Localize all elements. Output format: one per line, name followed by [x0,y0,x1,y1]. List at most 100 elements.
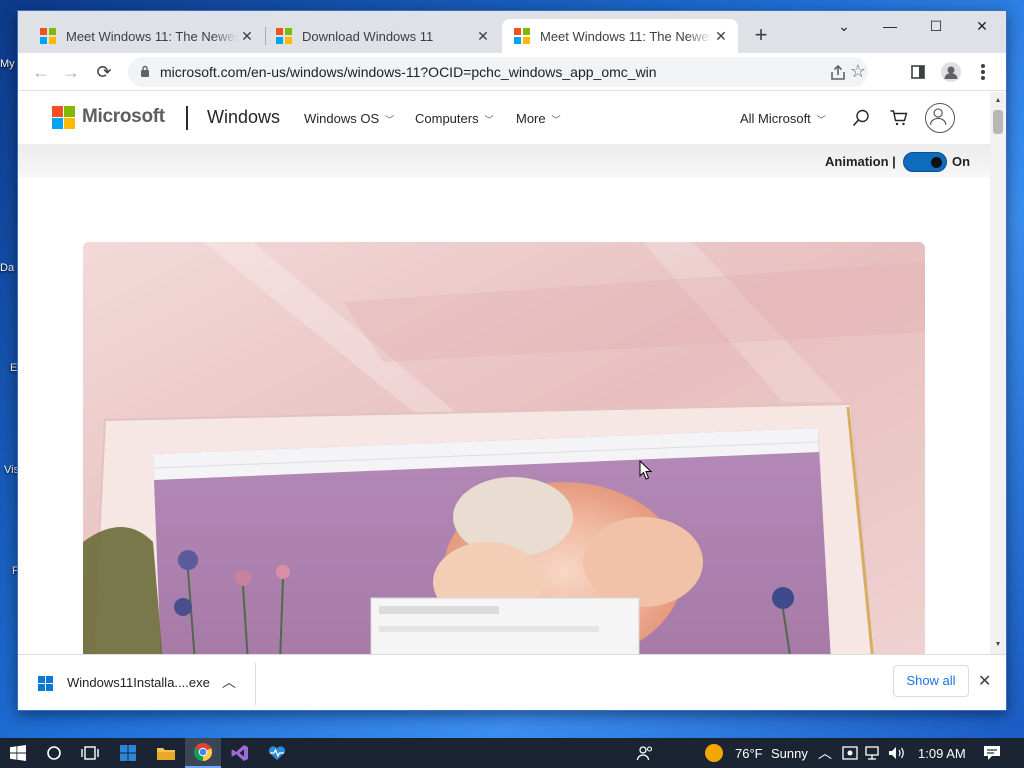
side-panel-icon[interactable] [911,65,925,79]
taskbar-search-button[interactable] [38,738,70,768]
windows-store-icon [120,745,136,761]
browser-toolbar: ← → ⟳ microsoft.com/en-us/windows/window… [18,53,1006,91]
nav-more[interactable]: More ﹀ [516,111,561,126]
notification-center-icon[interactable] [983,745,1001,761]
web-page: Microsoft Windows Windows OS ﹀ Computers ﹀… [18,92,990,654]
start-button[interactable] [0,738,36,768]
cortana-circle-icon [47,746,61,760]
visual-studio-icon [231,745,248,761]
close-window-button[interactable]: ✕ [959,11,1005,41]
tab-title: Download Windows 11 [302,28,434,44]
tab-title: Meet Windows 11: The Newest Windows [540,28,712,44]
desktop-icon-label[interactable]: My [0,58,15,70]
cart-icon[interactable] [889,108,909,128]
nav-label: More [516,111,546,126]
chrome-window: Meet Windows 11: The Newest Windows ✕ Do… [17,10,1007,711]
tab-meet-windows-11[interactable]: Meet Windows 11: The Newest Windows ✕ [28,19,264,53]
taskbar-chrome[interactable] [185,738,221,768]
chrome-menu-icon[interactable] [980,63,986,81]
weather-temp[interactable]: 76°F [735,746,763,761]
microsoft-favicon-icon [40,28,56,44]
profile-avatar-icon[interactable] [941,62,961,82]
security-center-icon[interactable] [842,746,858,760]
all-microsoft-menu[interactable]: All Microsoft ﹀ [740,111,826,126]
clock[interactable]: 1:09 AM [918,746,966,761]
animation-bar: Animation | On [18,144,990,178]
site-header: Microsoft Windows Windows OS ﹀ Computers ﹀… [18,92,990,144]
heart-pulse-icon [268,746,286,760]
animation-label: Animation | [825,154,896,169]
tab-download-windows-11[interactable]: Download Windows 11 ✕ [264,19,500,53]
search-icon[interactable] [851,108,871,128]
task-view-icon [81,746,99,760]
account-avatar-icon[interactable] [925,103,955,133]
folder-icon [157,748,175,760]
task-view-button[interactable] [72,738,108,768]
minimize-button[interactable]: — [867,11,913,41]
chevron-down-icon: ﹀ [816,115,826,125]
forward-button[interactable]: → [58,59,84,85]
new-tab-button[interactable]: + [748,23,774,49]
chevron-up-tray-icon[interactable]: ︿ [818,743,832,763]
scroll-up-icon[interactable]: ▲ [990,94,1006,108]
show-all-button[interactable]: Show all [893,665,969,697]
chevron-down-icon: ﹀ [484,115,494,125]
nav-label: All Microsoft [740,111,811,126]
sun-weather-icon[interactable] [705,744,723,762]
nav-computers[interactable]: Computers ﹀ [415,111,494,126]
mouse-cursor-icon [639,460,653,480]
share-icon[interactable] [828,63,848,83]
windows-logo-icon [10,745,26,761]
chrome-icon [193,743,213,762]
tab-meet-windows-11-active[interactable]: Meet Windows 11: The Newest Windows ✕ [502,19,738,53]
hero-illustration [83,242,925,654]
taskbar-file-explorer[interactable] [148,738,184,768]
taskbar: 76°F Sunny ︿ 1:09 AM [0,738,1024,768]
address-bar[interactable]: microsoft.com/en-us/windows/windows-11?O… [128,57,868,87]
hero-image [83,242,925,654]
volume-icon[interactable] [888,746,906,760]
lock-icon[interactable] [140,65,150,77]
scroll-down-icon[interactable]: ▼ [990,638,1006,652]
download-filename[interactable]: Windows11Installa....exe [67,675,210,690]
download-shelf: Windows11Installa....exe ︿ Show all ✕ [18,654,1006,710]
close-shelf-icon[interactable]: ✕ [978,671,991,691]
taskbar-health-app[interactable] [259,738,295,768]
page-scrollbar[interactable]: ▲ ▼ [990,92,1006,654]
weather-condition[interactable]: Sunny [771,746,808,761]
header-divider [186,106,188,130]
animation-state: On [952,154,971,169]
chevron-down-icon: ﹀ [551,115,561,125]
shelf-divider [255,663,256,705]
maximize-button[interactable]: ☐ [913,11,959,41]
nav-label: Computers [415,111,479,126]
windows-product-link[interactable]: Windows [207,107,280,128]
url-text: microsoft.com/en-us/windows/windows-11?O… [160,64,657,80]
scroll-thumb[interactable] [993,110,1003,134]
tab-close-icon[interactable]: ✕ [712,28,730,45]
taskbar-visual-studio[interactable] [222,738,258,768]
tab-search-dropdown-icon[interactable]: ⌄ [821,11,867,41]
desktop-icon-label[interactable]: Da [0,262,14,274]
chevron-down-icon: ﹀ [385,115,395,125]
nav-label: Windows OS [304,111,380,126]
bookmark-star-icon[interactable]: ☆ [848,61,868,81]
back-button[interactable]: ← [28,59,54,85]
people-icon[interactable] [636,745,654,761]
network-icon[interactable] [864,746,882,760]
microsoft-brand-link[interactable]: Microsoft [82,106,165,128]
microsoft-favicon-icon [276,28,292,44]
microsoft-favicon-icon [514,28,530,44]
tab-close-icon[interactable]: ✕ [474,28,492,45]
tab-strip: Meet Windows 11: The Newest Windows ✕ Do… [18,11,1006,53]
tab-close-icon[interactable]: ✕ [238,28,256,45]
taskbar-store-app[interactable] [110,738,146,768]
reload-button[interactable]: ⟳ [91,59,117,85]
toggle-knob [931,157,942,168]
nav-windows-os[interactable]: Windows OS ﹀ [304,111,394,126]
windows-installer-icon [38,676,53,691]
animation-toggle[interactable] [903,152,947,172]
tab-title: Meet Windows 11: The Newest Windows [66,28,238,44]
microsoft-logo-icon[interactable] [52,106,75,129]
chevron-up-icon[interactable]: ︿ [222,672,236,692]
